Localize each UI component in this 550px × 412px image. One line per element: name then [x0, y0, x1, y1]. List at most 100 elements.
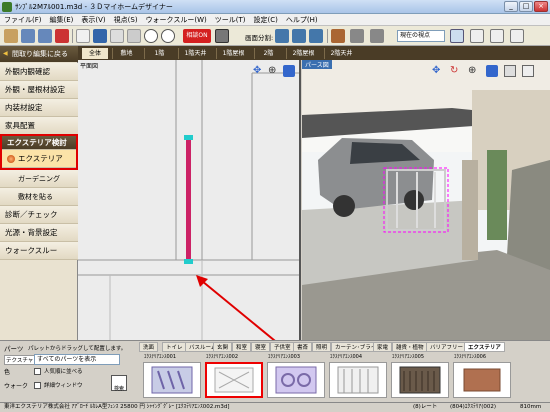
copy-icon[interactable]	[110, 29, 124, 43]
walk-label[interactable]: ウォーク	[4, 381, 28, 390]
parts-hint: パレットからドラッグして配置します。	[28, 346, 127, 352]
camera-icon[interactable]	[350, 29, 364, 43]
nav-gardening[interactable]: ガーデニング	[0, 170, 78, 188]
ptab-study[interactable]: 書斎	[293, 342, 313, 352]
part-thumb-2[interactable]	[205, 362, 263, 398]
ptab-barrierfree[interactable]: バリアフリー	[426, 342, 468, 352]
nav-exterior-roof[interactable]: 外観・屋根材設定	[0, 81, 78, 99]
zoom-icon[interactable]: ⊕	[268, 65, 280, 77]
viewpoint-select[interactable]: 現在の視点	[397, 30, 445, 42]
color-label[interactable]: 色	[4, 367, 10, 376]
nav-exterior-check[interactable]: 外観内観確認	[0, 63, 78, 81]
select-tool-icon[interactable]	[4, 29, 18, 43]
part-thumb-5[interactable]	[391, 362, 449, 398]
ptab-toilet[interactable]: トイレ	[162, 342, 187, 352]
fit-3d-icon[interactable]	[504, 65, 516, 77]
parts-category-select[interactable]: すべてのパーツを表示	[34, 354, 120, 365]
nav-exterior-item[interactable]: エクステリア	[2, 150, 76, 168]
split-single-icon[interactable]	[275, 29, 289, 43]
split-vertical-icon[interactable]	[292, 29, 306, 43]
fit-view-icon[interactable]	[283, 65, 295, 77]
tab-all[interactable]: 全体	[82, 48, 108, 59]
thumb-label-6: ｴｸｽﾃﾘｱｴﾝｽ006	[454, 354, 487, 360]
menu-view[interactable]: 表示(V)	[77, 14, 109, 26]
part-thumb-6[interactable]	[453, 362, 511, 398]
rotate-icon[interactable]: ↻	[450, 65, 458, 76]
nav-walkthrough[interactable]: ウォークスルー	[0, 242, 78, 260]
redo-icon[interactable]	[38, 29, 52, 43]
menu-settings[interactable]: 設定(C)	[250, 14, 282, 26]
exterior-highlight-box: エクステリア検討 エクステリア	[0, 134, 78, 170]
close-button[interactable]: ×	[534, 1, 548, 12]
print-icon[interactable]	[510, 29, 524, 43]
status-layer: (8)レート	[413, 404, 438, 410]
tab-2f-ceiling[interactable]: 2階天井	[324, 48, 358, 59]
walk-icon[interactable]	[450, 29, 464, 43]
nav-exterior-header[interactable]: エクステリア検討	[2, 136, 76, 150]
nav-interior[interactable]: 内装材設定	[0, 99, 78, 117]
maximize-button[interactable]: □	[519, 1, 533, 12]
ptab-bedroom[interactable]: 寝室	[251, 342, 271, 352]
measure-icon[interactable]	[490, 29, 504, 43]
consult-on-button[interactable]: 相談ON	[183, 29, 211, 43]
popular-sort-checkbox[interactable]	[34, 368, 41, 375]
tab-1f-roof[interactable]: 1階屋根	[216, 48, 250, 59]
part-thumb-1[interactable]	[143, 362, 201, 398]
menu-file[interactable]: ファイル(F)	[0, 14, 46, 26]
parts-label: パーツ	[4, 345, 24, 353]
tab-2f[interactable]: 2階	[254, 48, 282, 59]
menu-tools[interactable]: ツール(T)	[211, 14, 250, 26]
toolbar: 相談ON 画面分割: 現在の視点	[0, 26, 550, 46]
grid-icon[interactable]	[215, 29, 229, 43]
search-button[interactable]: 検索	[111, 375, 127, 392]
zoom-in-icon[interactable]	[144, 29, 158, 43]
ptab-entrance[interactable]: 玄関	[213, 342, 233, 352]
settings-icon[interactable]	[127, 29, 141, 43]
part-thumb-3[interactable]	[267, 362, 325, 398]
back-to-layout-button[interactable]: 間取り編集に戻る	[0, 46, 78, 62]
save-icon[interactable]	[93, 29, 107, 43]
ptab-kids[interactable]: 子供室	[270, 342, 295, 352]
nav-paving[interactable]: 敷材を貼る	[0, 188, 78, 206]
nav-diagnosis[interactable]: 診断／チェック	[0, 206, 78, 224]
parts-panel: パーツ パレットからドラッグして配置します。 テクスチャ すべてのパーツを表示 …	[0, 340, 550, 402]
delete-icon[interactable]	[55, 29, 69, 43]
settings-3d-icon[interactable]	[522, 65, 534, 77]
perspective-view[interactable]: パース図 ✥ ↻ ⊕	[302, 60, 550, 340]
new-file-icon[interactable]	[76, 29, 90, 43]
ptab-goods[interactable]: 雑貨・植物	[392, 342, 428, 352]
tab-site[interactable]: 敷地	[112, 48, 140, 59]
undo-icon[interactable]	[21, 29, 35, 43]
tab-1f[interactable]: 1階	[144, 48, 174, 59]
nav-furniture[interactable]: 家具配置	[0, 117, 78, 135]
menu-viewpoint[interactable]: 視点(S)	[110, 14, 142, 26]
ptab-appliance[interactable]: 家電	[373, 342, 393, 352]
exterior-bullet-icon	[7, 155, 15, 163]
pencil-icon[interactable]	[470, 29, 484, 43]
pan-3d-icon[interactable]: ✥	[432, 65, 440, 76]
photo-icon[interactable]	[370, 29, 384, 43]
tab-1f-ceiling[interactable]: 1階天井	[178, 48, 212, 59]
ptab-lighting[interactable]: 照明	[312, 342, 332, 352]
menu-walkthrough[interactable]: ウォークスルー(W)	[142, 14, 211, 26]
nav-lighting[interactable]: 光源・背景設定	[0, 224, 78, 242]
menu-edit[interactable]: 編集(E)	[46, 14, 78, 26]
pan-icon[interactable]: ✥	[253, 65, 265, 77]
camera-view-icon[interactable]	[486, 65, 498, 77]
detail-window-checkbox[interactable]	[34, 382, 41, 389]
zoom-out-icon[interactable]	[161, 29, 175, 43]
status-part-info: 東洋エクステリア株式会社 ｱｱﾞﾛｰﾁ ﾙｶﾚA型ﾌｪﾝｽ 25800 円 ｼｬ…	[4, 404, 230, 410]
split-horizontal-icon[interactable]	[309, 29, 323, 43]
texture-label[interactable]: テクスチャ	[4, 355, 36, 365]
menu-help[interactable]: ヘルプ(H)	[282, 14, 322, 26]
minimize-button[interactable]: _	[504, 1, 518, 12]
house-view-icon[interactable]	[331, 29, 345, 43]
status-bar: 東洋エクステリア株式会社 ｱｱﾞﾛｰﾁ ﾙｶﾚA型ﾌｪﾝｽ 25800 円 ｼｬ…	[0, 402, 550, 412]
ptab-washitsu[interactable]: 和室	[232, 342, 252, 352]
thumb-label-2: ｴｸｽﾃﾘｱｴﾝｽ002	[206, 354, 239, 360]
part-thumb-4[interactable]	[329, 362, 387, 398]
tab-2f-roof[interactable]: 2階屋根	[286, 48, 320, 59]
ptab-exterior[interactable]: エクステリア	[464, 342, 505, 352]
zoom-3d-icon[interactable]: ⊕	[468, 65, 476, 76]
ptab-washroom[interactable]: 洗面	[139, 342, 159, 352]
